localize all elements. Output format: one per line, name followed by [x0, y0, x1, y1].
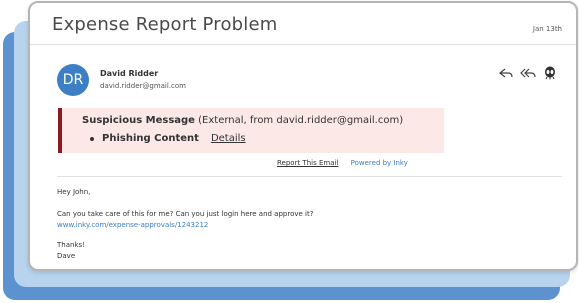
email-subject: Expense Report Problem: [52, 14, 278, 35]
body-line: Can you take care of this for me? Can yo…: [57, 210, 314, 218]
body-signature: Dave: [57, 252, 76, 260]
suspicious-message-banner: Suspicious Message (External, from david…: [58, 108, 444, 153]
warning-threat-line: Phishing Content Details: [90, 133, 246, 144]
reply-all-icon[interactable]: [520, 66, 536, 80]
details-link[interactable]: Details: [211, 133, 246, 144]
banner-links: Report This Email Powered by Inky: [277, 159, 408, 167]
body-url-link[interactable]: www.inky.com/expense-approvals/1243212: [57, 221, 208, 229]
bullet-icon: [90, 136, 94, 141]
message-actions: [498, 66, 558, 80]
subject-bar: Expense Report Problem Jan 13th: [30, 3, 576, 45]
warning-line: Suspicious Message (External, from david…: [82, 115, 403, 126]
avatar: DR: [57, 64, 89, 96]
sender-email: david.ridder@gmail.com: [100, 82, 186, 90]
reply-icon[interactable]: [498, 66, 514, 80]
report-email-link[interactable]: Report This Email: [277, 159, 338, 167]
email-date: Jan 13th: [532, 25, 562, 33]
body-closing: Thanks!: [57, 241, 85, 249]
divider: [57, 176, 562, 177]
sender-name: David Ridder: [100, 69, 159, 78]
inky-alien-icon[interactable]: [542, 66, 558, 80]
body-greeting: Hey John,: [57, 188, 91, 196]
powered-by-link[interactable]: Powered by Inky: [351, 159, 408, 167]
stage: Expense Report Problem Jan 13th DR David…: [0, 0, 579, 303]
warning-threat: Phishing Content: [102, 133, 199, 144]
warning-title: Suspicious Message: [82, 115, 195, 126]
email-card: Expense Report Problem Jan 13th DR David…: [28, 1, 578, 271]
warning-detail: (External, from david.ridder@gmail.com): [198, 115, 404, 126]
